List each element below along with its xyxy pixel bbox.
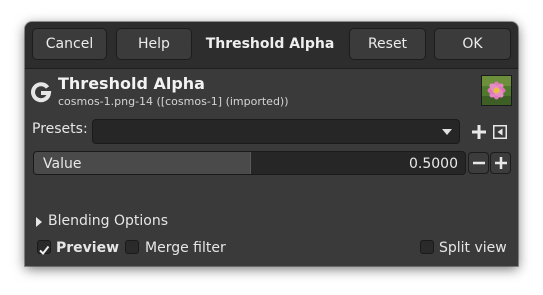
operation-subtitle: cosmos-1.png-14 ([cosmos-1] (imported)) [58,95,289,108]
blending-options-expander[interactable]: Blending Options [48,213,168,229]
decrement-button[interactable] [468,152,489,174]
chevron-down-icon [442,129,452,135]
help-button[interactable]: Help [116,28,192,60]
split-view-checkbox[interactable] [420,240,434,254]
preview-label[interactable]: Preview [56,240,119,256]
threshold-alpha-dialog: Cancel Help Threshold Alpha Reset OK Thr… [25,22,518,266]
reset-button[interactable]: Reset [349,28,426,60]
increment-button[interactable] [490,152,511,174]
merge-filter-label[interactable]: Merge filter [145,240,226,256]
plus-icon [472,125,486,139]
value-number[interactable]: 0.5000 [409,156,458,172]
presets-dropdown[interactable] [92,119,460,144]
operation-title: Threshold Alpha [58,74,205,93]
image-thumbnail [481,75,512,106]
dialog-title: Threshold Alpha [205,36,335,52]
header-bar: Cancel Help Threshold Alpha Reset OK [25,22,518,69]
ok-button[interactable]: OK [434,28,511,60]
presets-menu-button[interactable] [491,123,509,141]
preview-checkbox[interactable] [37,240,51,256]
value-label: Value [43,156,82,172]
merge-filter-checkbox[interactable] [125,240,139,254]
gimp-g-icon [31,82,52,103]
add-preset-button[interactable] [470,123,488,141]
presets-label: Presets: [32,121,88,137]
plus-icon [494,157,507,169]
value-spin-scale[interactable]: Value 0.5000 [33,151,466,175]
minus-icon [472,161,485,165]
menu-icon [493,125,507,139]
expander-arrow-icon[interactable] [36,217,42,227]
cancel-button[interactable]: Cancel [32,28,107,60]
checkmark-icon [39,245,50,256]
split-view-label[interactable]: Split view [439,240,507,256]
